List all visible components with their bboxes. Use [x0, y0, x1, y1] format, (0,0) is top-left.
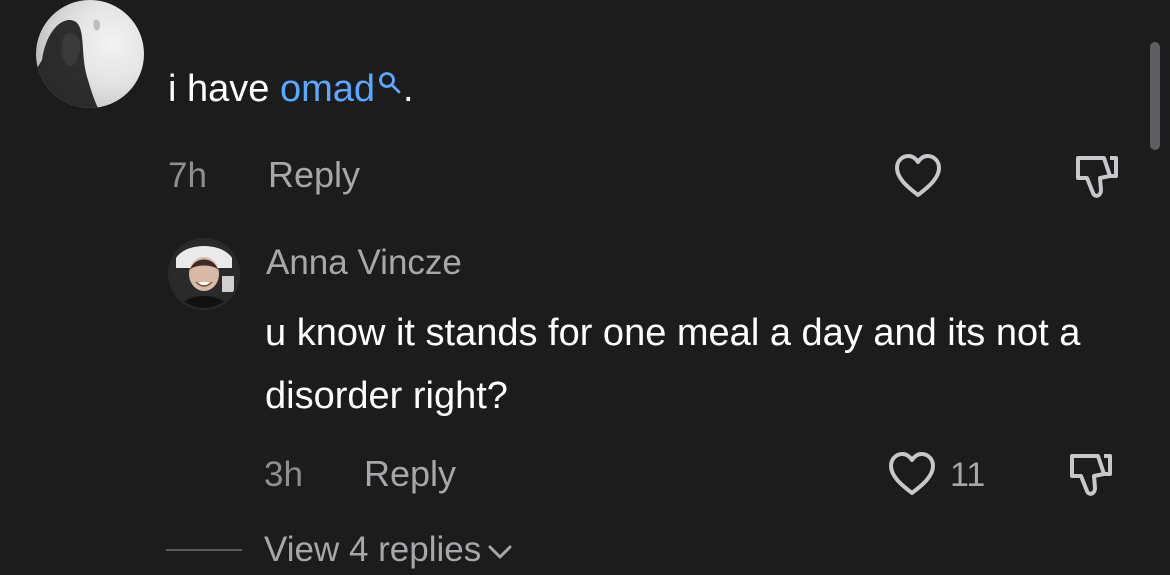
reply-author-avatar[interactable] — [168, 238, 240, 310]
search-icon — [379, 72, 401, 94]
replies-divider — [166, 549, 242, 551]
comment-text-after: . — [403, 68, 414, 110]
search-link-label: omad — [279, 68, 376, 110]
search-link[interactable]: omad — [280, 68, 403, 110]
commenter-avatar[interactable] — [36, 0, 144, 108]
reply-like-button[interactable] — [886, 450, 938, 503]
avatar-photo — [170, 240, 238, 308]
comments-thread: i have omad. 7h Reply Anna Vincze u know… — [0, 0, 1170, 575]
dislike-icon — [1070, 454, 1112, 496]
heart-icon — [889, 452, 935, 495]
avatar-photo — [36, 19, 101, 108]
heart-icon — [895, 154, 941, 197]
comment-reply-button[interactable]: Reply — [268, 155, 360, 195]
reply-dislike-button[interactable] — [1064, 450, 1118, 505]
view-replies-button[interactable]: View 4 replies — [264, 530, 513, 570]
reply-author-name[interactable]: Anna Vincze — [266, 242, 462, 284]
comment-text: i have omad. — [168, 66, 414, 112]
comment-like-button[interactable] — [892, 152, 944, 205]
chevron-down-icon — [488, 545, 512, 559]
comment-text-before: i have — [168, 68, 280, 110]
view-replies-label: View 4 replies — [264, 530, 482, 569]
comment-dislike-button[interactable] — [1070, 152, 1124, 207]
reply-reply-button[interactable]: Reply — [364, 454, 456, 494]
scrollbar[interactable] — [1150, 42, 1160, 150]
reply-like-count: 11 — [950, 456, 986, 494]
reply-text: u know it stands for one meal a day and … — [265, 312, 1081, 417]
comment-timestamp: 7h — [168, 156, 207, 195]
reply-timestamp: 3h — [264, 455, 303, 494]
dislike-icon — [1076, 156, 1118, 198]
